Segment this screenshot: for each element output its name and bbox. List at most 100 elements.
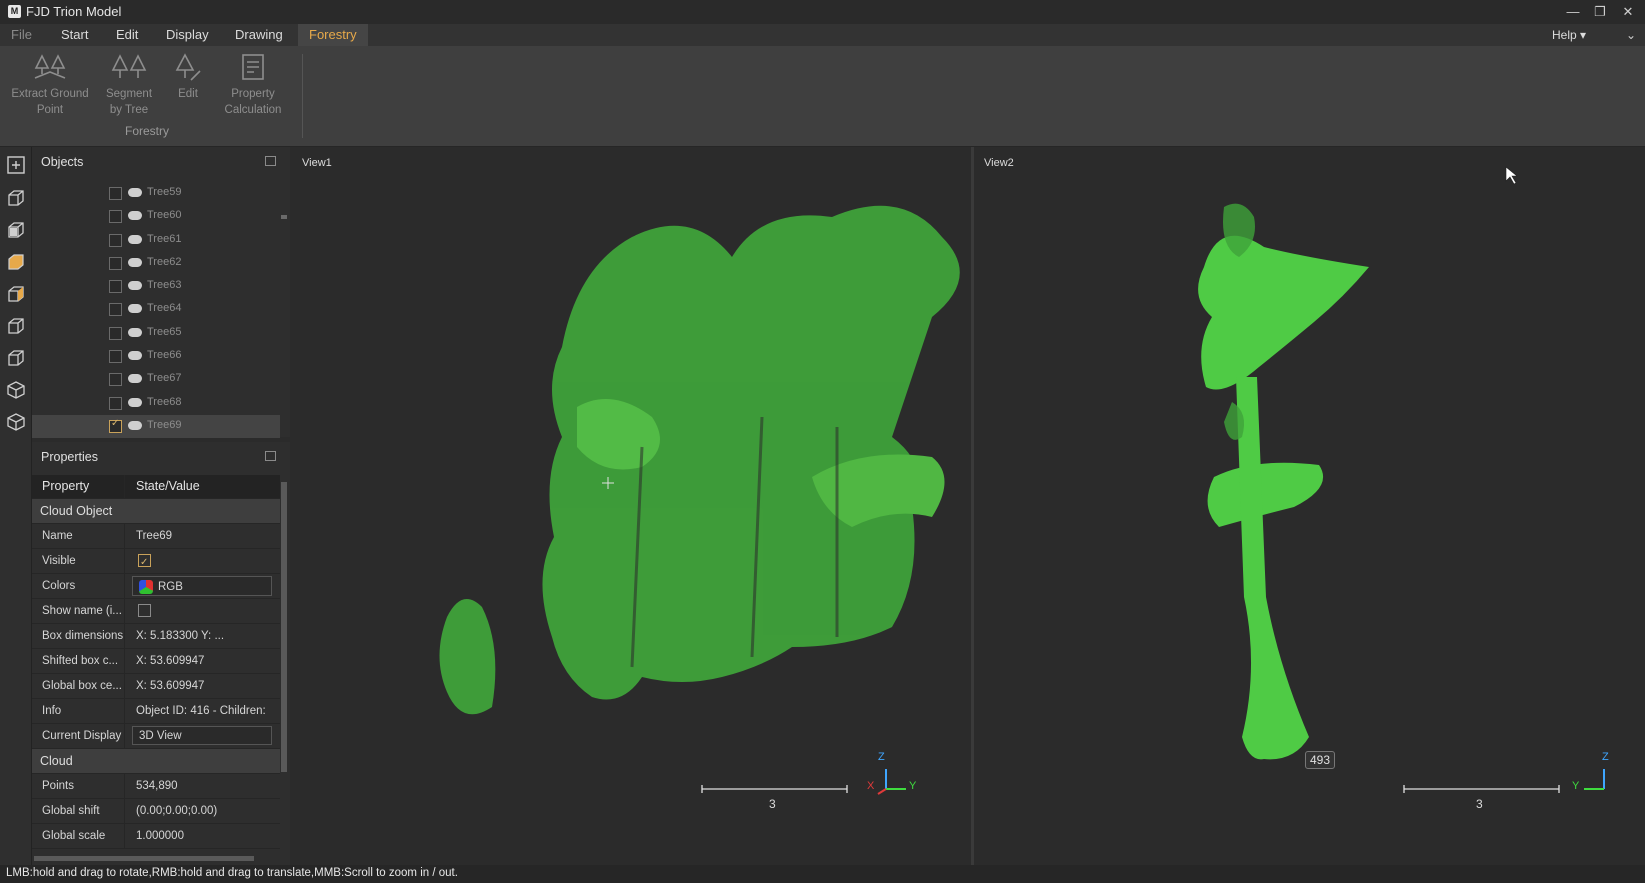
properties-vscrollbar[interactable] (281, 482, 287, 772)
object-label: Tree61 (147, 232, 182, 245)
property-calculation-icon (242, 54, 264, 80)
properties-panel-title: Properties (41, 450, 98, 464)
segment-label-1: Segment (105, 88, 153, 100)
prop-key: Shifted box c... (32, 649, 125, 673)
prop-key: Visible (32, 549, 125, 573)
object-label: Tree65 (147, 325, 182, 338)
object-label: Tree66 (147, 349, 182, 362)
iso-view-icon[interactable] (6, 380, 26, 400)
object-tree-item[interactable]: Tree66 (32, 345, 280, 368)
back-view-icon[interactable] (6, 220, 26, 240)
zoom-fit-icon[interactable] (6, 155, 26, 175)
minimize-icon[interactable]: — (1562, 3, 1584, 21)
object-label: Tree60 (147, 209, 182, 222)
iso-view-2-icon[interactable] (6, 412, 26, 432)
bottom-view-icon[interactable] (6, 284, 26, 304)
segment-by-tree-button[interactable]: Segment by Tree (100, 52, 158, 118)
object-visibility-checkbox[interactable] (109, 396, 122, 410)
object-visibility-checkbox[interactable] (109, 326, 122, 340)
view2-scale-bar (1403, 785, 1560, 793)
float-panel-icon[interactable] (265, 156, 276, 166)
colors-select[interactable]: RGB (132, 576, 272, 596)
section-cloud-object[interactable]: Cloud Object (32, 499, 280, 524)
front-view-icon[interactable] (6, 188, 26, 208)
object-tree-item[interactable]: Tree60 (32, 205, 280, 228)
top-view-icon[interactable] (6, 252, 26, 272)
help-menu[interactable]: Help ▾ (1552, 24, 1586, 46)
menu-forestry[interactable]: Forestry (298, 24, 368, 46)
view1-scale-label: 3 (769, 797, 776, 811)
object-label: Tree67 (147, 372, 182, 385)
help-label: Help (1552, 28, 1577, 42)
menu-display[interactable]: Display (155, 24, 220, 46)
objects-tree: Tree59 Tree60 Tree61 Tree62 Tree63 Tree64 Tree… (32, 182, 280, 439)
menu-edit[interactable]: Edit (105, 24, 149, 46)
menu-bar: File Start Edit Display Drawing Forestry… (0, 24, 1645, 46)
show-name-checkbox[interactable] (138, 604, 151, 618)
object-visibility-checkbox[interactable] (109, 418, 122, 433)
visible-checkbox[interactable] (138, 551, 151, 573)
prop-key: Colors (32, 574, 125, 598)
menu-drawing[interactable]: Drawing (224, 24, 294, 46)
properties-hscrollbar[interactable] (34, 856, 254, 861)
object-visibility-checkbox[interactable] (109, 256, 122, 270)
forestry-edit-button[interactable]: Edit (168, 52, 208, 102)
object-visibility-checkbox[interactable] (109, 350, 122, 364)
objects-panel: Objects Tree59 Tree60 Tree61 Tree62 Tree63 Tr… (32, 147, 290, 439)
box-dimensions-value: X: 5.183300 Y: ... (136, 630, 225, 642)
object-tree-item[interactable]: Tree63 (32, 275, 280, 298)
view2-viewport[interactable]: View2 493 3 Z Y (974, 147, 1645, 865)
object-visibility-checkbox[interactable] (109, 233, 122, 247)
prop-row-visible: Visible (32, 549, 280, 574)
object-tree-item[interactable]: Tree67 (32, 368, 280, 391)
current-display-select[interactable]: 3D View (132, 726, 272, 745)
ribbon-separator (302, 54, 303, 138)
menu-start[interactable]: Start (50, 24, 99, 46)
right-view-icon[interactable] (6, 348, 26, 368)
point-cloud-icon (128, 327, 142, 337)
menu-file[interactable]: File (0, 24, 43, 46)
objects-scrollbar[interactable] (281, 215, 287, 219)
view2-axis-z: Z (1602, 751, 1609, 763)
object-tree-item[interactable]: Tree69 (32, 414, 280, 439)
name-value[interactable]: Tree69 (126, 524, 280, 548)
properties-table: Property State/Value Cloud Object Name T… (32, 475, 280, 849)
point-cloud-icon (128, 397, 142, 407)
object-visibility-checkbox[interactable] (109, 187, 122, 200)
object-tree-item[interactable]: Tree59 (32, 182, 280, 205)
prop-row-global-shift: Global shift (0.00;0.00;0.00) (32, 799, 280, 824)
object-visibility-checkbox[interactable] (109, 373, 122, 387)
object-tree-item[interactable]: Tree61 (32, 229, 280, 252)
object-tree-item[interactable]: Tree68 (32, 392, 280, 415)
prop-row-show-name: Show name (i... (32, 599, 280, 624)
object-tree-item[interactable]: Tree64 (32, 298, 280, 321)
ribbon-collapse-icon[interactable]: ⌄ (1622, 26, 1640, 44)
extract-ground-label-2: Point (36, 104, 64, 116)
info-value: Object ID: 416 - Children: (136, 705, 266, 717)
prop-key: Global scale (32, 824, 125, 848)
point-cloud-icon (128, 304, 142, 314)
view1-viewport[interactable]: View1 3 Z X Y (292, 147, 971, 865)
prop-row-shifted-box: Shifted box c... X: 53.609947 (32, 649, 280, 674)
close-icon[interactable]: ✕ (1617, 3, 1639, 21)
object-tree-item[interactable]: Tree65 (32, 322, 280, 345)
object-visibility-checkbox[interactable] (109, 303, 122, 317)
object-visibility-checkbox[interactable] (109, 280, 122, 294)
colors-cell: RGB (126, 574, 280, 598)
object-tree-item[interactable]: Tree62 (32, 252, 280, 275)
colors-value: RGB (158, 581, 183, 593)
extract-ground-point-button[interactable]: Extract Ground Point (8, 52, 92, 118)
global-box-value: X: 53.609947 (136, 680, 205, 692)
rgb-icon (139, 579, 153, 594)
properties-panel: Properties Property State/Value Cloud Ob… (32, 442, 290, 865)
prop-row-colors: Colors RGB (32, 574, 280, 599)
property-calculation-button[interactable]: Property Calculation (218, 52, 288, 118)
prop-row-box-dimensions: Box dimensions X: 5.183300 Y: ... (32, 624, 280, 649)
view2-axis-y: Y (1572, 780, 1580, 792)
float-panel-icon[interactable] (265, 451, 276, 461)
restore-icon[interactable]: ❐ (1589, 3, 1611, 21)
section-cloud[interactable]: Cloud (32, 749, 280, 774)
object-label: Tree68 (147, 395, 182, 408)
left-view-icon[interactable] (6, 316, 26, 336)
object-visibility-checkbox[interactable] (109, 210, 122, 224)
